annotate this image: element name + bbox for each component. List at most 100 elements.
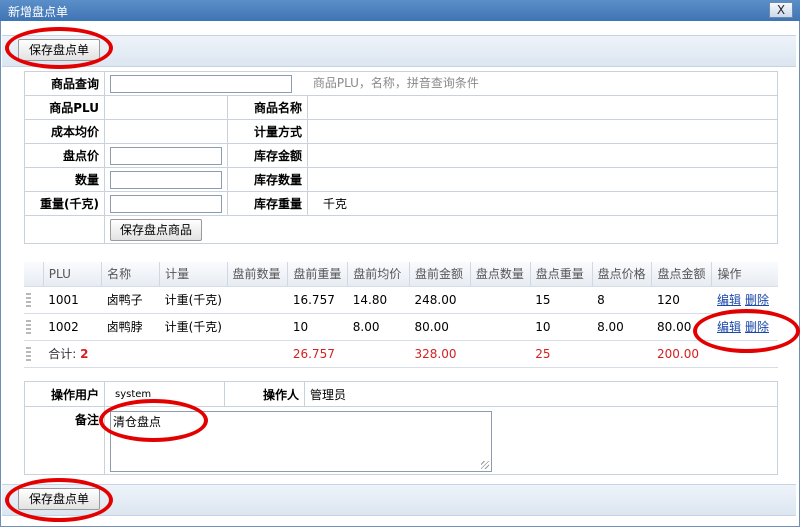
operator-label: 操作人 xyxy=(224,381,305,407)
query-cell: 商品PLU，名称，拼音查询条件 xyxy=(104,71,778,96)
stock-qty-label: 库存数量 xyxy=(227,167,308,192)
stock-weight-unit: 千克 xyxy=(323,197,348,211)
cell-plu: 1001 xyxy=(43,286,102,314)
total-pre-weight: 26.757 xyxy=(287,340,348,368)
row-grip-handle[interactable] xyxy=(24,340,44,368)
save-item-button[interactable]: 保存盘点商品 xyxy=(110,218,202,241)
cell-empty xyxy=(159,340,227,368)
cell-empty xyxy=(227,340,288,368)
count-items-table: PLU 名称 计量 盘前数量 盘前重量 盘前均价 盘前金额 盘点数量 盘点重量 … xyxy=(24,262,778,368)
empty-cell xyxy=(24,215,105,244)
column-header[interactable]: 名称 xyxy=(101,262,161,287)
cell-pre-amount: 80.00 xyxy=(409,313,471,341)
weight-input[interactable] xyxy=(110,194,222,213)
cell-empty xyxy=(101,340,160,368)
remark-label: 备注 xyxy=(24,406,105,475)
delete-link[interactable]: 删除 xyxy=(745,320,769,334)
total-pre-amount: 328.00 xyxy=(409,340,471,368)
total-label: 合计: xyxy=(48,347,77,361)
cell-unit: 计重(千克) xyxy=(159,286,227,314)
cell-actions: 编辑 删除 xyxy=(711,286,778,314)
column-header[interactable]: PLU xyxy=(43,262,103,287)
cell-pre-qty xyxy=(227,313,288,341)
cell-pre-avg: 14.80 xyxy=(347,286,410,314)
save-item-cell: 保存盘点商品 xyxy=(104,215,778,244)
query-hint: 商品PLU，名称，拼音查询条件 xyxy=(312,76,479,91)
column-header[interactable]: 盘点金额 xyxy=(651,262,713,287)
table-row[interactable]: 1001 卤鸭子 计重(千克) 16.757 14.80 248.00 15 8… xyxy=(24,286,778,314)
stock-weight-value: 千克 xyxy=(307,191,778,216)
quantity-label: 数量 xyxy=(24,167,105,192)
column-header[interactable]: 计量 xyxy=(159,262,228,287)
column-header[interactable]: 盘前数量 xyxy=(227,262,289,287)
weight-cell xyxy=(104,191,228,216)
cell-count-qty xyxy=(470,313,531,341)
stock-qty-value xyxy=(307,167,778,192)
operator-value: 管理员 xyxy=(304,381,778,407)
cell-pre-weight: 10 xyxy=(287,313,348,341)
cell-count-price: 8.00 xyxy=(592,313,652,341)
resize-handle-icon[interactable] xyxy=(481,461,489,469)
column-header[interactable]: 盘前均价 xyxy=(347,262,411,287)
count-price-label: 盘点价 xyxy=(24,143,105,168)
column-header[interactable]: 盘前金额 xyxy=(409,262,471,287)
cell-pre-avg: 8.00 xyxy=(347,313,410,341)
weight-label: 重量(千克) xyxy=(24,191,105,216)
column-header[interactable]: 盘点价格 xyxy=(592,262,653,287)
name-label: 商品名称 xyxy=(227,95,308,120)
cell-empty xyxy=(347,340,410,368)
cell-pre-qty xyxy=(227,286,288,314)
edit-link[interactable]: 编辑 xyxy=(717,293,741,307)
total-count: 2 xyxy=(80,347,89,361)
user-value: system xyxy=(104,381,225,407)
row-grip-handle[interactable] xyxy=(24,313,44,341)
table-row[interactable]: 1002 卤鸭脖 计重(千克) 10 8.00 80.00 10 8.00 80… xyxy=(24,313,778,341)
row-grip-handle[interactable] xyxy=(24,286,44,314)
cell-count-weight: 15 xyxy=(530,286,593,314)
cell-empty xyxy=(470,340,531,368)
delete-link[interactable]: 删除 xyxy=(745,293,769,307)
plu-value xyxy=(104,95,228,120)
column-header[interactable]: 操作 xyxy=(711,262,778,287)
stock-weight-label: 库存重量 xyxy=(227,191,308,216)
unit-label: 计量方式 xyxy=(227,119,308,144)
cell-name: 卤鸭脖 xyxy=(101,313,160,341)
cell-count-price: 8 xyxy=(592,286,652,314)
column-header[interactable]: 盘点重量 xyxy=(530,262,593,287)
header-grip xyxy=(24,262,44,287)
stock-amount-label: 库存金额 xyxy=(227,143,308,168)
item-entry-form: 商品查询 商品PLU，名称，拼音查询条件 商品PLU 商品名称 成本均价 计量方… xyxy=(24,71,778,244)
stock-amount-value xyxy=(307,143,778,168)
remark-value: 清仓盘点 xyxy=(113,415,162,429)
cell-count-amount: 80.00 xyxy=(651,313,712,341)
table-header: PLU 名称 计量 盘前数量 盘前重量 盘前均价 盘前金额 盘点数量 盘点重量 … xyxy=(24,262,778,287)
query-input[interactable] xyxy=(110,74,292,93)
total-count-amount: 200.00 xyxy=(651,340,712,368)
quantity-cell xyxy=(104,167,228,192)
save-count-sheet-button-top[interactable]: 保存盘点单 xyxy=(18,39,100,61)
quantity-input[interactable] xyxy=(110,170,222,189)
close-button[interactable]: X xyxy=(769,2,793,18)
cell-count-weight: 10 xyxy=(530,313,593,341)
cell-actions: 编辑 删除 xyxy=(711,313,778,341)
window-titlebar: 新增盘点单 X xyxy=(0,0,800,21)
column-header[interactable]: 盘点数量 xyxy=(470,262,531,287)
cost-value xyxy=(104,119,228,144)
cell-plu: 1002 xyxy=(43,313,102,341)
cell-unit: 计重(千克) xyxy=(159,313,227,341)
cell-name: 卤鸭子 xyxy=(101,286,160,314)
save-count-sheet-button-bottom[interactable]: 保存盘点单 xyxy=(18,488,100,510)
cell-empty xyxy=(592,340,652,368)
count-price-input[interactable] xyxy=(110,146,222,165)
total-count-weight: 25 xyxy=(530,340,593,368)
total-row: 合计: 2 26.757 328.00 25 200.00 xyxy=(24,340,778,368)
cell-pre-weight: 16.757 xyxy=(287,286,348,314)
user-label: 操作用户 xyxy=(24,381,105,407)
remark-textarea[interactable]: 清仓盘点 xyxy=(110,411,492,472)
query-label: 商品查询 xyxy=(24,71,105,96)
column-header[interactable]: 盘前重量 xyxy=(287,262,349,287)
cell-pre-amount: 248.00 xyxy=(409,286,471,314)
cost-label: 成本均价 xyxy=(24,119,105,144)
edit-link[interactable]: 编辑 xyxy=(717,320,741,334)
plu-label: 商品PLU xyxy=(24,95,105,120)
